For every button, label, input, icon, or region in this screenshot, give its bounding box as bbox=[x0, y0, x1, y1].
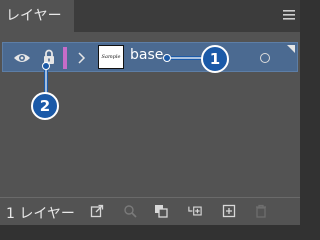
layer-name[interactable]: base bbox=[130, 47, 163, 63]
panel-footer: 1 レイヤー bbox=[0, 197, 300, 225]
search-icon bbox=[124, 205, 137, 218]
layer-count: 1 レイヤー bbox=[6, 206, 75, 222]
eye-icon[interactable] bbox=[13, 51, 31, 65]
callout-badge-2: 2 bbox=[31, 92, 59, 120]
trash-icon bbox=[256, 204, 266, 218]
chevron-right-icon[interactable] bbox=[76, 51, 86, 65]
clipping-mask-icon[interactable] bbox=[154, 204, 168, 218]
export-icon[interactable] bbox=[90, 204, 104, 218]
target-icon[interactable] bbox=[260, 53, 270, 63]
layers-panel: レイヤー Sample base 1 2 1 レイヤー bbox=[0, 0, 300, 225]
tab-layers[interactable]: レイヤー bbox=[0, 0, 74, 32]
lock-icon[interactable] bbox=[43, 49, 55, 65]
panel-menu-icon[interactable] bbox=[282, 8, 296, 22]
selection-indicator-icon bbox=[287, 45, 295, 53]
layer-color-indicator bbox=[63, 47, 67, 69]
layer-row[interactable]: Sample base bbox=[2, 42, 298, 72]
layer-thumbnail: Sample bbox=[98, 45, 124, 69]
new-sublayer-icon[interactable] bbox=[188, 204, 202, 218]
tab-bar: レイヤー bbox=[0, 0, 300, 32]
new-layer-icon[interactable] bbox=[222, 204, 236, 218]
callout-badge-1: 1 bbox=[201, 45, 229, 73]
